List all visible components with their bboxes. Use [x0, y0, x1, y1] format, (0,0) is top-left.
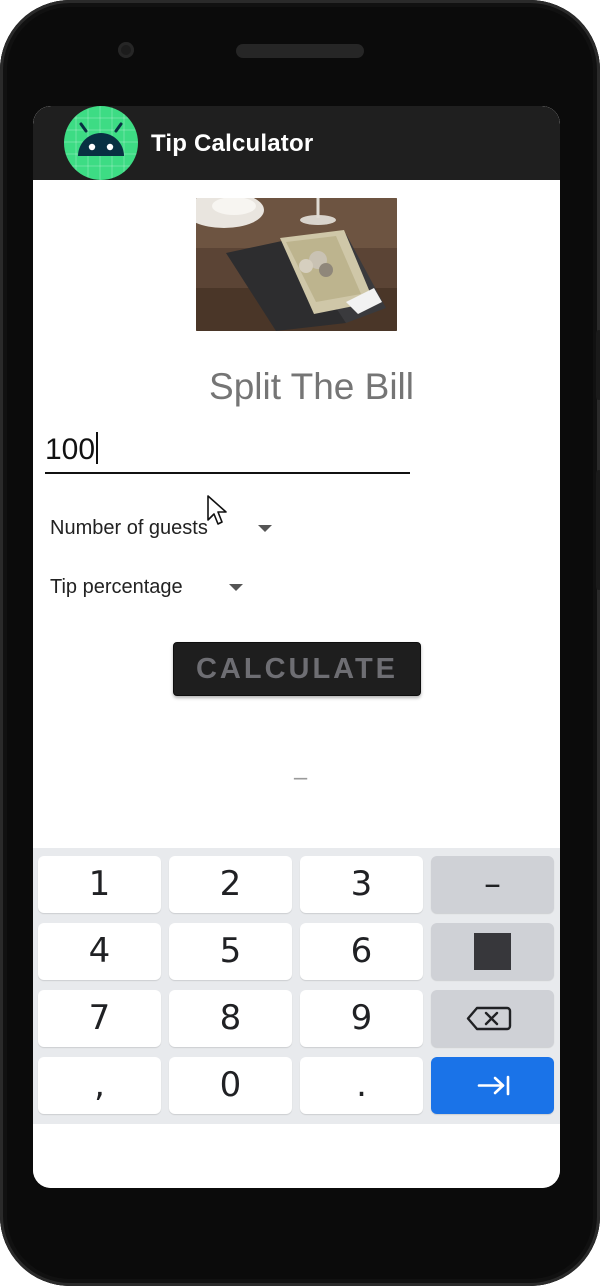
bill-amount-value: 100 — [45, 433, 96, 466]
guests-spinner[interactable]: Number of guests — [50, 513, 280, 543]
tip-spinner[interactable]: Tip percentage — [50, 572, 250, 602]
key-6[interactable]: 6 — [300, 923, 423, 980]
volume-button — [596, 330, 600, 400]
key-2[interactable]: 2 — [169, 856, 292, 913]
key-comma[interactable]: , — [38, 1057, 161, 1114]
earpiece-speaker — [236, 44, 364, 58]
chevron-down-icon — [229, 584, 243, 591]
phone-frame: Tip Calculator Split The Bill 100 Number… — [0, 0, 600, 1286]
tip-spinner-label: Tip percentage — [50, 576, 183, 598]
text-caret — [96, 432, 99, 464]
result-text: – — [293, 764, 308, 791]
key-backspace[interactable] — [431, 990, 554, 1047]
calculate-button[interactable]: CALCULATE — [173, 642, 421, 696]
navigation-area — [33, 1124, 560, 1188]
key-stop[interactable] — [431, 923, 554, 980]
mouse-cursor-icon — [207, 495, 227, 525]
numeric-keyboard: 1 2 3 – 4 5 6 7 8 9 , 0 . — [33, 848, 560, 1124]
power-button — [596, 470, 600, 590]
bill-amount-input[interactable]: 100 — [45, 428, 410, 474]
app-bar: Tip Calculator — [33, 106, 560, 180]
guests-spinner-label: Number of guests — [50, 517, 208, 539]
app-screen: Tip Calculator Split The Bill 100 Number… — [33, 106, 560, 1188]
key-5[interactable]: 5 — [169, 923, 292, 980]
app-title: Tip Calculator — [151, 130, 314, 157]
key-next[interactable] — [431, 1057, 554, 1114]
key-period[interactable]: . — [300, 1057, 423, 1114]
backspace-icon — [466, 1006, 512, 1031]
page-heading: Split The Bill — [209, 366, 414, 407]
key-8[interactable]: 8 — [169, 990, 292, 1047]
key-3[interactable]: 3 — [300, 856, 423, 913]
android-logo-icon — [64, 106, 138, 180]
chevron-down-icon — [258, 525, 272, 532]
bill-photo — [196, 198, 397, 331]
key-0[interactable]: 0 — [169, 1057, 292, 1114]
key-7[interactable]: 7 — [38, 990, 161, 1047]
next-icon — [477, 1075, 510, 1096]
key-minus[interactable]: – — [431, 856, 554, 913]
stop-icon — [474, 933, 511, 970]
key-4[interactable]: 4 — [38, 923, 161, 980]
key-1[interactable]: 1 — [38, 856, 161, 913]
front-camera — [118, 42, 134, 58]
key-9[interactable]: 9 — [300, 990, 423, 1047]
